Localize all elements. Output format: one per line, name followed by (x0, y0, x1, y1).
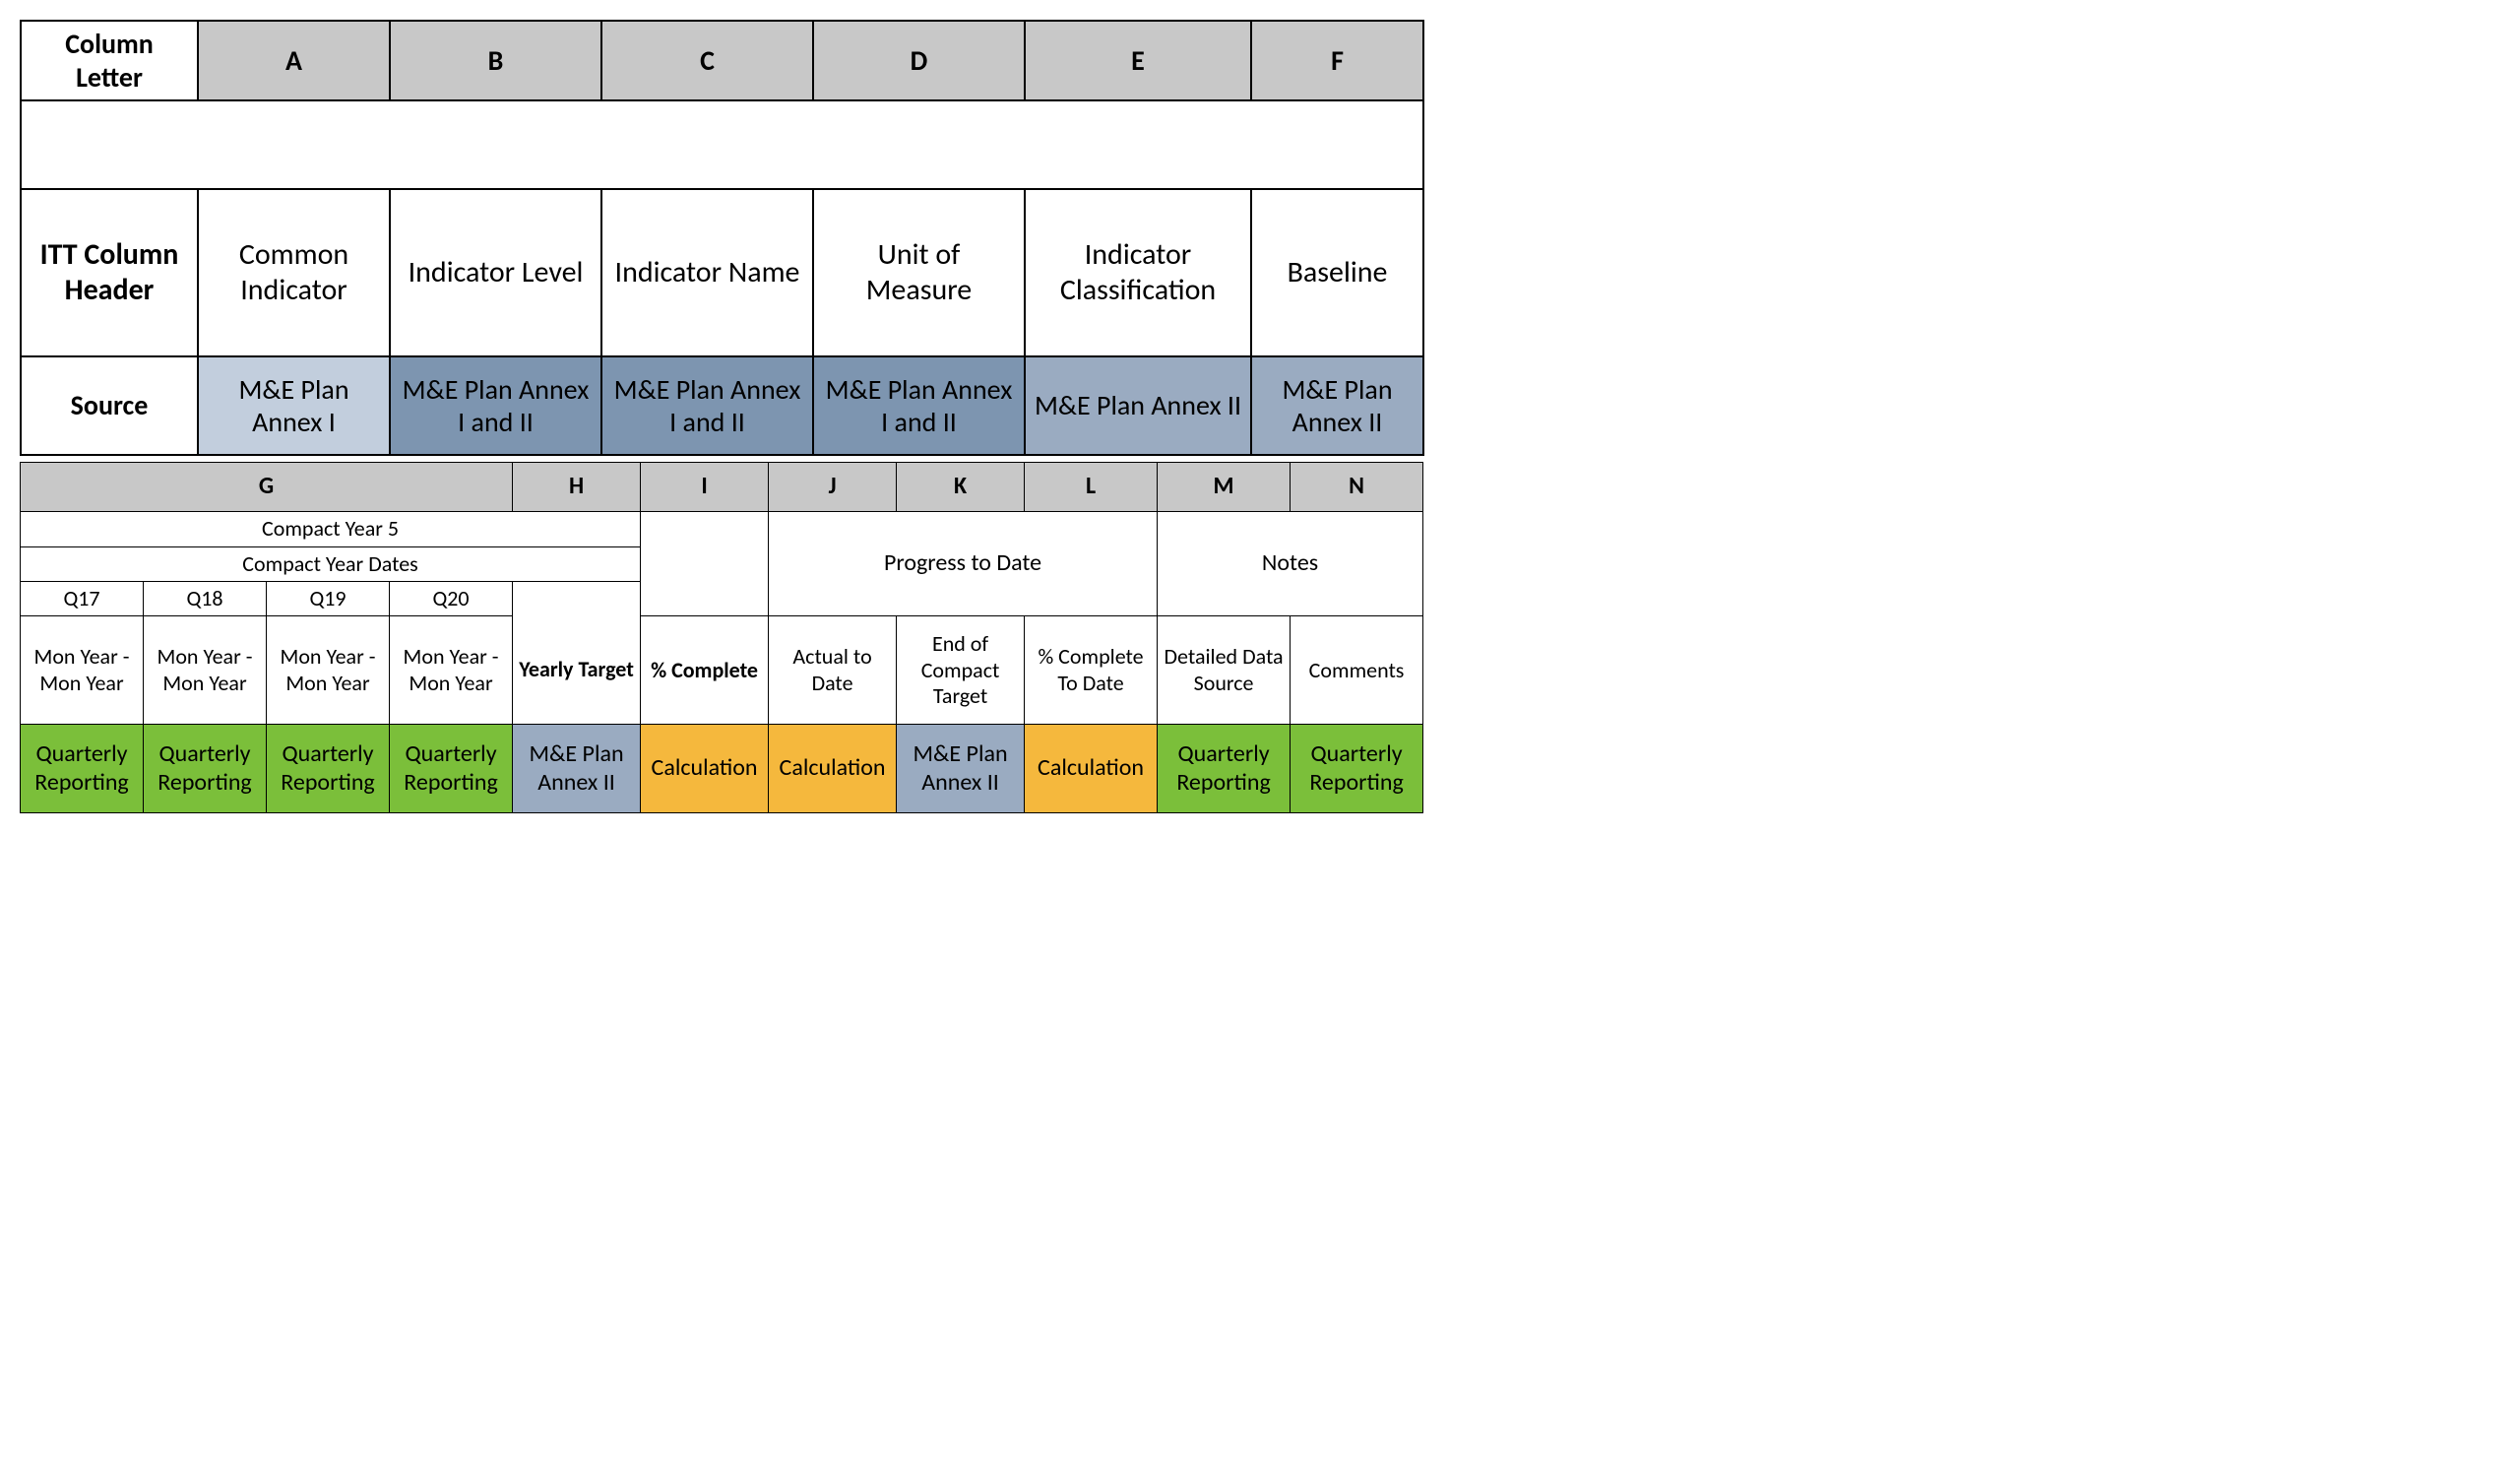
itt-B: Indicator Level (390, 189, 601, 356)
column-letter-row-2: G H I J K L M N (21, 463, 1423, 512)
source-row-1: Source M&E Plan Annex I M&E Plan Annex I… (21, 356, 1423, 455)
hdr-M: Detailed Data Source (1158, 616, 1291, 725)
hdr-H: Yearly Target (513, 616, 641, 725)
col-A: A (198, 21, 390, 100)
col-N: N (1291, 463, 1423, 512)
itt-header-row: ITT Column Header Common Indicator Indic… (21, 189, 1423, 356)
src-H: M&E Plan Annex II (513, 725, 641, 813)
src-A: M&E Plan Annex I (198, 356, 390, 455)
itt-A: Common Indicator (198, 189, 390, 356)
itt-table-2: G H I J K L M N Compact Year 5 Progress … (20, 462, 1423, 813)
q17: Q17 (21, 581, 144, 615)
src-N: Quarterly Reporting (1291, 725, 1423, 813)
src-K: M&E Plan Annex II (897, 725, 1025, 813)
src-L: Calculation (1025, 725, 1158, 813)
compact-dates-label: Compact Year Dates (21, 546, 641, 581)
column-letter-label: Column Letter (21, 21, 198, 100)
col-J: J (769, 463, 897, 512)
col-F: F (1251, 21, 1423, 100)
progress-label: Progress to Date (769, 512, 1158, 616)
q18: Q18 (144, 581, 267, 615)
col-H: H (513, 463, 641, 512)
itt-E: Indicator Classification (1025, 189, 1251, 356)
col-E: E (1025, 21, 1251, 100)
src-I: Calculation (641, 725, 769, 813)
src-G2: Quarterly Reporting (144, 725, 267, 813)
hdr-J: Actual to Date (769, 616, 897, 725)
q17-range: Mon Year - Mon Year (21, 616, 144, 725)
src-B: M&E Plan Annex I and II (390, 356, 601, 455)
q20: Q20 (390, 581, 513, 615)
itt-F: Baseline (1251, 189, 1423, 356)
src-D: M&E Plan Annex I and II (813, 356, 1025, 455)
hdr-I: % Complete (641, 616, 769, 725)
src-C: M&E Plan Annex I and II (601, 356, 813, 455)
col-G: G (21, 463, 513, 512)
blank-I (641, 512, 769, 616)
hdr-N: Comments (1291, 616, 1423, 725)
q19-range: Mon Year - Mon Year (267, 616, 390, 725)
col-K: K (897, 463, 1025, 512)
col-I: I (641, 463, 769, 512)
blank-H-top (513, 581, 641, 615)
q19: Q19 (267, 581, 390, 615)
source-label: Source (21, 356, 198, 455)
itt-D: Unit of Measure (813, 189, 1025, 356)
src-G4: Quarterly Reporting (390, 725, 513, 813)
src-J: Calculation (769, 725, 897, 813)
src-G3: Quarterly Reporting (267, 725, 390, 813)
header-labels-row: Mon Year - Mon Year Mon Year - Mon Year … (21, 616, 1423, 725)
source-row-2: Quarterly Reporting Quarterly Reporting … (21, 725, 1423, 813)
itt-C: Indicator Name (601, 189, 813, 356)
col-M: M (1158, 463, 1291, 512)
src-G1: Quarterly Reporting (21, 725, 144, 813)
notes-label: Notes (1158, 512, 1423, 616)
src-M: Quarterly Reporting (1158, 725, 1291, 813)
q18-range: Mon Year - Mon Year (144, 616, 267, 725)
col-L: L (1025, 463, 1158, 512)
blank-cell (21, 100, 1423, 189)
col-B: B (390, 21, 601, 100)
hdr-L: % Complete To Date (1025, 616, 1158, 725)
compact-year-row: Compact Year 5 Progress to Date Notes (21, 512, 1423, 546)
q20-range: Mon Year - Mon Year (390, 616, 513, 725)
col-D: D (813, 21, 1025, 100)
hdr-K: End of Compact Target (897, 616, 1025, 725)
src-E: M&E Plan Annex II (1025, 356, 1251, 455)
itt-header-label: ITT Column Header (21, 189, 198, 356)
itt-table-1: Column Letter A B C D E F ITT Column Hea… (20, 20, 1424, 456)
compact-year-label: Compact Year 5 (21, 512, 641, 546)
column-letter-row: Column Letter A B C D E F (21, 21, 1423, 100)
col-C: C (601, 21, 813, 100)
blank-row (21, 100, 1423, 189)
src-F: M&E Plan Annex II (1251, 356, 1423, 455)
